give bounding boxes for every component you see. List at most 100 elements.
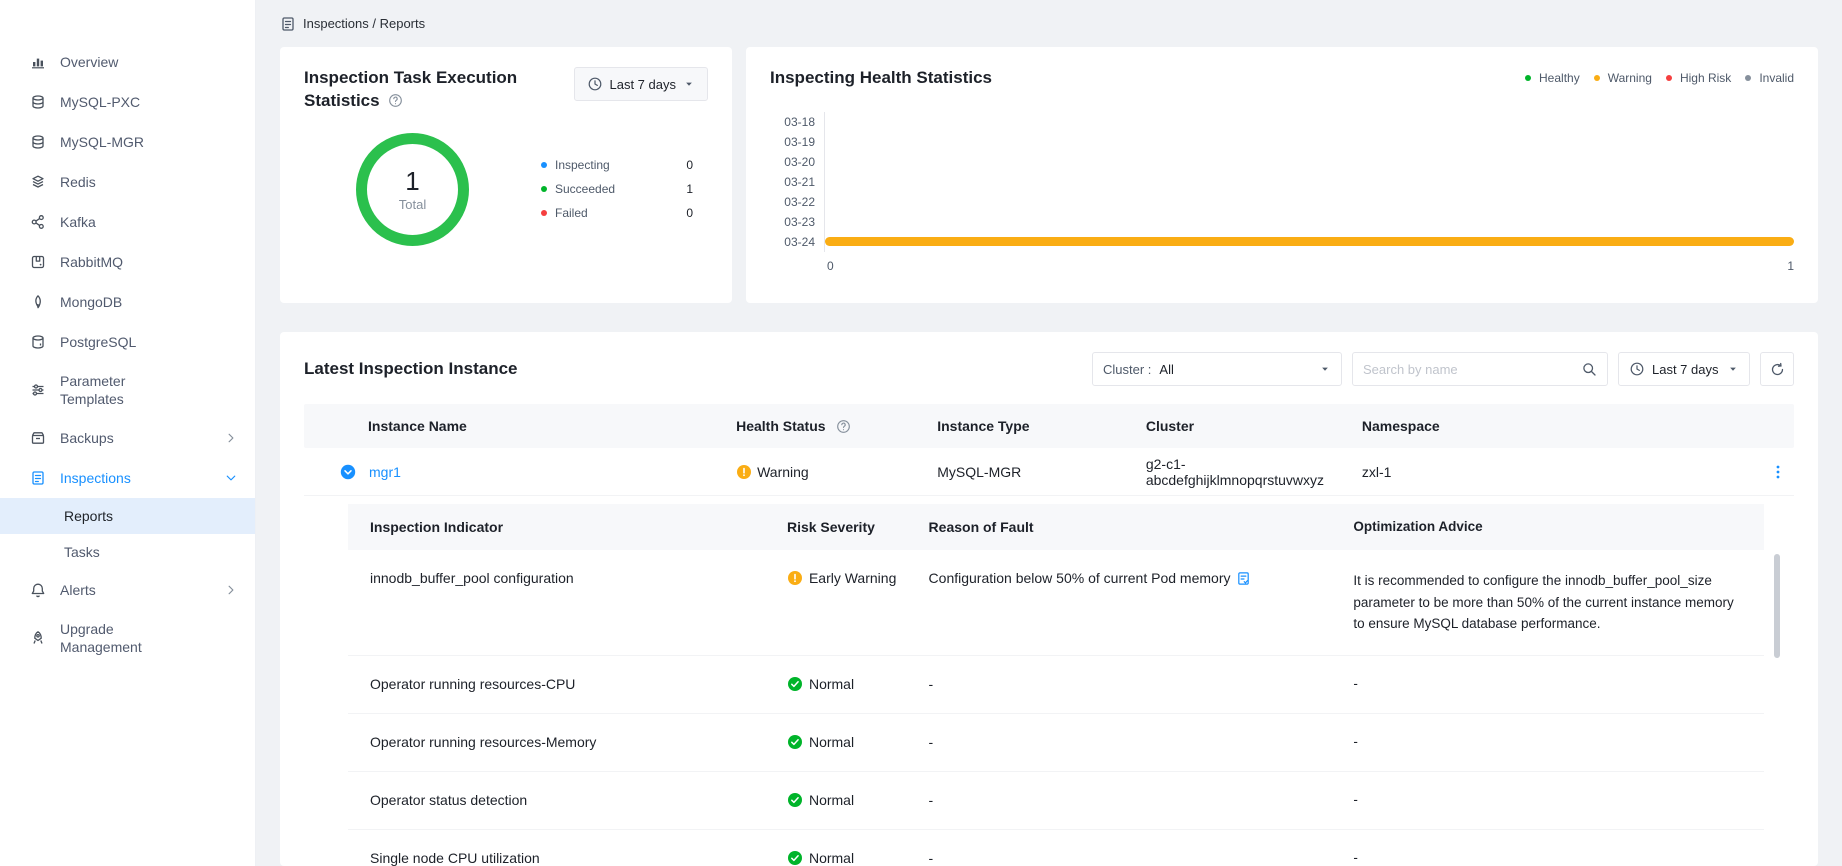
sidebar-item-postgresql[interactable]: PostgreSQL — [0, 322, 255, 362]
sidebar-item-label: Backups — [60, 429, 114, 447]
sidebar-item-kafka[interactable]: Kafka — [0, 202, 255, 242]
mysql-pxc-icon — [30, 94, 46, 110]
sidebar-item-alerts[interactable]: Alerts — [0, 570, 255, 610]
health-bar-chart: 03-18 03-19 03-20 03-21 03-22 03-23 03-2… — [770, 112, 1794, 273]
main-content: Inspections / Reports Inspection Task Ex… — [256, 0, 1842, 866]
cell-instance-type: MySQL-MGR — [937, 464, 1146, 480]
sliders-icon — [30, 382, 46, 398]
search-icon[interactable] — [1581, 361, 1597, 377]
cell-reason: Configuration below 50% of current Pod m… — [929, 570, 1354, 586]
normal-status-icon — [787, 676, 803, 692]
breadcrumb-text[interactable]: Inspections / Reports — [303, 16, 425, 31]
cell-namespace: zxl-1 — [1362, 464, 1750, 480]
cell-health-status: Warning — [736, 464, 937, 480]
sidebar-item-reports[interactable]: Reports — [0, 498, 255, 534]
backup-box-icon — [30, 430, 46, 446]
table-header-row: Instance Name Health Status Instance Typ… — [304, 404, 1794, 448]
refresh-button[interactable] — [1760, 352, 1794, 386]
normal-status-icon — [787, 734, 803, 750]
collapse-row-icon[interactable] — [340, 464, 356, 480]
legend-label: Healthy — [1539, 71, 1580, 85]
task-stats-legend: Inspecting 0 Succeeded 1 Failed 0 — [541, 153, 693, 225]
cell-advice: - — [1353, 789, 1764, 811]
search-box — [1352, 352, 1608, 386]
sidebar-item-upgrade-management[interactable]: Upgrade Management — [0, 610, 255, 666]
cell-reason: - — [929, 734, 1354, 750]
sidebar-item-label: Overview — [60, 53, 118, 71]
sidebar-item-redis[interactable]: Redis — [0, 162, 255, 202]
legend-item-high-risk: High Risk — [1666, 71, 1731, 85]
donut-total-value: 1 — [405, 167, 419, 196]
help-icon[interactable] — [836, 419, 851, 434]
detail-row: Single node CPU utilization Normal - - — [348, 830, 1764, 866]
detail-header-row: Inspection Indicator Risk Severity Reaso… — [348, 504, 1764, 550]
cell-cluster: g2-c1-abcdefghijklmnopqrstuvwxyz — [1146, 456, 1362, 488]
x-tick-min: 0 — [827, 259, 834, 273]
sidebar-item-tasks[interactable]: Tasks — [0, 534, 255, 570]
cell-reason: - — [929, 792, 1354, 808]
y-tick-label: 03-24 — [776, 235, 824, 249]
legend-dot — [1745, 75, 1751, 81]
cell-risk-severity: Early Warning — [787, 570, 929, 586]
app-root: Overview MySQL-PXC MySQL-MGR Redis Kafka… — [0, 0, 1842, 866]
inspection-detail-table: Inspection Indicator Risk Severity Reaso… — [348, 504, 1764, 866]
legend-item-succeeded: Succeeded 1 — [541, 177, 693, 201]
col-header-cluster: Cluster — [1146, 418, 1362, 434]
sidebar-item-label: Kafka — [60, 213, 96, 231]
health-stats-card: Inspecting Health Statistics Healthy War… — [746, 47, 1818, 303]
legend-dot — [1666, 75, 1672, 81]
col-header-optimization-advice: Optimization Advice — [1353, 516, 1764, 538]
instance-name-link[interactable]: mgr1 — [369, 464, 401, 480]
sidebar-item-label: MySQL-PXC — [60, 93, 140, 111]
mongodb-icon — [30, 294, 46, 310]
report-breadcrumb-icon — [280, 16, 296, 32]
sidebar-item-label: RabbitMQ — [60, 253, 123, 271]
health-legend: Healthy Warning High Risk Invalid — [1525, 71, 1794, 85]
sidebar-item-mysql-pxc[interactable]: MySQL-PXC — [0, 82, 255, 122]
legend-dot — [541, 210, 547, 216]
cell-indicator: Single node CPU utilization — [348, 850, 787, 866]
sidebar-item-parameter-templates[interactable]: Parameter Templates — [0, 362, 255, 418]
legend-item-inspecting: Inspecting 0 — [541, 153, 693, 177]
legend-label: Invalid — [1759, 71, 1794, 85]
task-stats-range-select[interactable]: Last 7 days — [574, 67, 709, 101]
cell-instance-name: mgr1 — [304, 464, 736, 480]
report-file-icon[interactable] — [1236, 571, 1251, 586]
y-tick-label: 03-18 — [776, 115, 824, 129]
cell-advice: - — [1353, 731, 1764, 753]
legend-label: Inspecting — [555, 158, 610, 172]
sidebar-item-label: Alerts — [60, 581, 96, 599]
sidebar-item-mongodb[interactable]: MongoDB — [0, 282, 255, 322]
y-tick-label: 03-23 — [776, 215, 824, 229]
col-header-instance-name: Instance Name — [304, 418, 736, 434]
bell-icon — [30, 582, 46, 598]
sidebar-item-rabbitmq[interactable]: RabbitMQ — [0, 242, 255, 282]
sidebar-item-overview[interactable]: Overview — [0, 42, 255, 82]
cell-risk-severity: Normal — [787, 676, 929, 692]
normal-status-icon — [787, 792, 803, 808]
sidebar-item-inspections[interactable]: Inspections — [0, 458, 255, 498]
cell-advice: It is recommended to configure the innod… — [1353, 570, 1764, 635]
table-row: mgr1 Warning MySQL-MGR g2-c1-abcdefghijk… — [304, 448, 1794, 496]
bar-track — [824, 132, 1794, 152]
legend-dot — [1594, 75, 1600, 81]
legend-label: Warning — [1608, 71, 1652, 85]
y-tick-label: 03-20 — [776, 155, 824, 169]
vertical-scrollbar-thumb[interactable] — [1774, 554, 1780, 658]
cell-indicator: Operator status detection — [348, 792, 787, 808]
legend-value: 0 — [686, 206, 693, 220]
col-header-reason-of-fault: Reason of Fault — [929, 519, 1354, 535]
cluster-filter-select[interactable]: Cluster : All — [1092, 352, 1342, 386]
search-input[interactable] — [1363, 362, 1581, 377]
cell-reason: - — [929, 850, 1354, 866]
instances-range-select[interactable]: Last 7 days — [1618, 352, 1750, 386]
kebab-menu-icon[interactable] — [1770, 464, 1786, 480]
sidebar-item-backups[interactable]: Backups — [0, 418, 255, 458]
help-icon[interactable] — [388, 93, 403, 108]
legend-label: High Risk — [1680, 71, 1731, 85]
sidebar-item-label: Redis — [60, 173, 96, 191]
col-header-inspection-indicator: Inspection Indicator — [348, 519, 787, 535]
legend-dot — [541, 162, 547, 168]
sidebar-item-mysql-mgr[interactable]: MySQL-MGR — [0, 122, 255, 162]
legend-item-warning: Warning — [1594, 71, 1652, 85]
